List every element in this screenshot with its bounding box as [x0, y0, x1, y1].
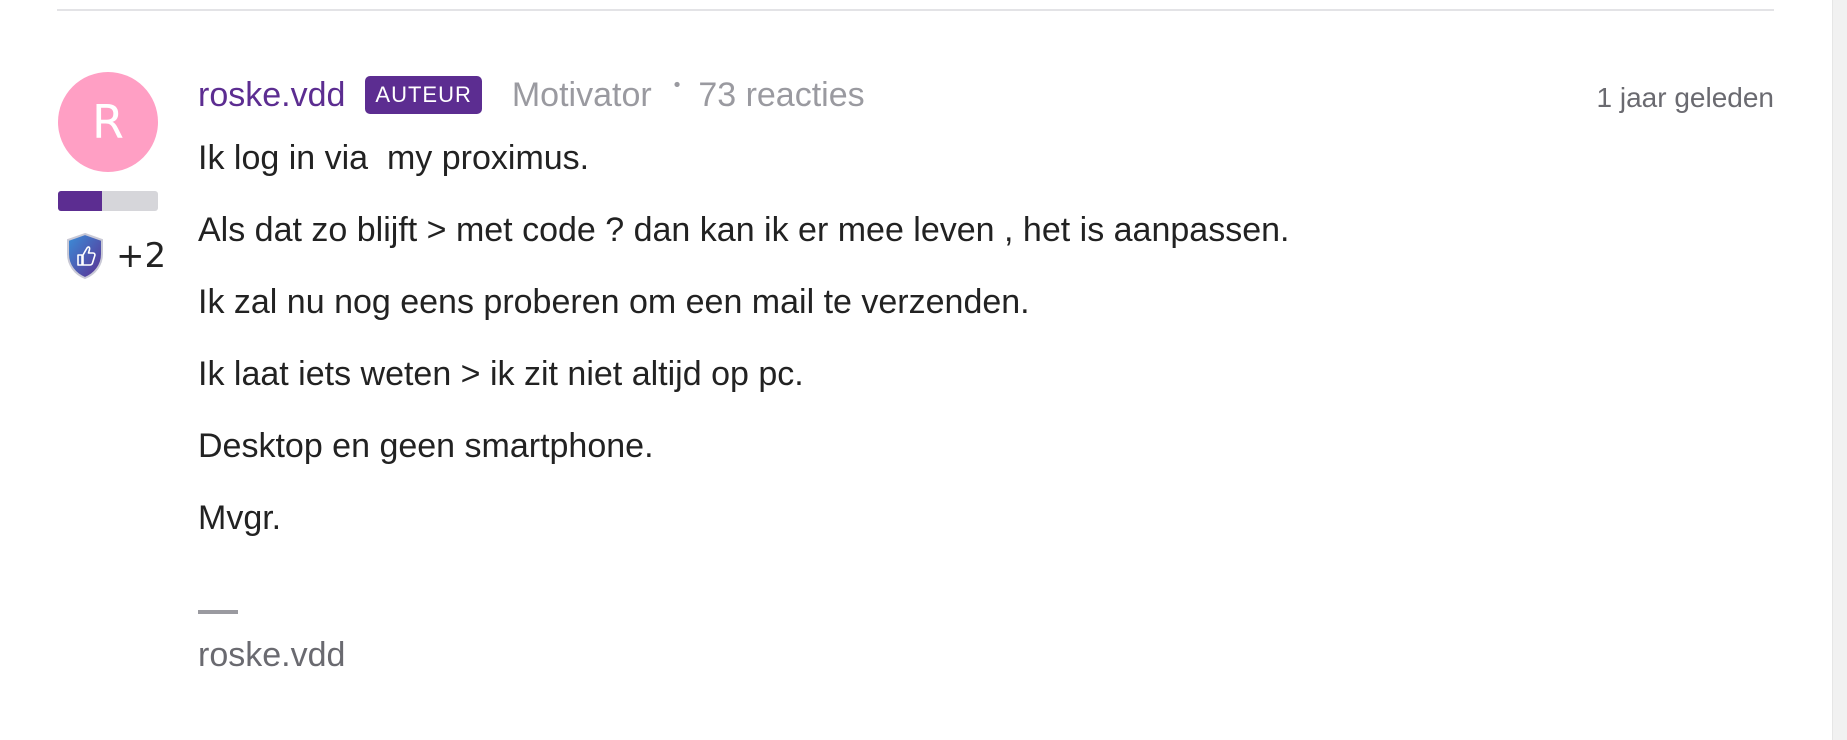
user-rank[interactable]: Motivator	[512, 76, 652, 115]
post-timestamp[interactable]: 1 jaar geleden	[1597, 82, 1774, 114]
rank-progress-bar	[58, 191, 158, 211]
post-body: Ik log in via my proximus. Als dat zo bl…	[198, 138, 1774, 570]
forum-post: roske.vdd AUTEUR Motivator • 73 reacties…	[198, 70, 1774, 675]
badge-row[interactable]: +2	[64, 232, 166, 280]
post-body-line: Desktop en geen smartphone.	[198, 427, 654, 465]
avatar-initial: R	[92, 95, 124, 149]
scrollbar[interactable]	[1832, 0, 1847, 740]
avatar[interactable]: R	[58, 72, 158, 172]
post-body-line: Ik zal nu nog eens proberen om een mail …	[198, 283, 1030, 321]
top-divider	[57, 9, 1774, 11]
reaction-count: 73 reacties	[698, 75, 865, 114]
badge-count: +2	[116, 236, 167, 276]
signature: roske.vdd	[198, 636, 346, 674]
signature-divider	[198, 610, 238, 614]
separator-dot: •	[671, 74, 683, 96]
rank-progress-fill	[58, 191, 102, 211]
username-link[interactable]: roske.vdd	[198, 76, 345, 115]
shield-thumbs-up-icon	[67, 232, 103, 280]
post-body-line: Ik log in via my proximus.	[198, 139, 590, 177]
post-body-line: Mvgr.	[198, 499, 282, 537]
post-body-line: Ik laat iets weten > ik zit niet altijd …	[198, 355, 804, 393]
post-body-line: Als dat zo blijft > met code ? dan kan i…	[198, 211, 1290, 249]
author-badge: AUTEUR	[365, 75, 482, 115]
post-meta: roske.vdd AUTEUR Motivator • 73 reacties…	[198, 70, 1774, 120]
